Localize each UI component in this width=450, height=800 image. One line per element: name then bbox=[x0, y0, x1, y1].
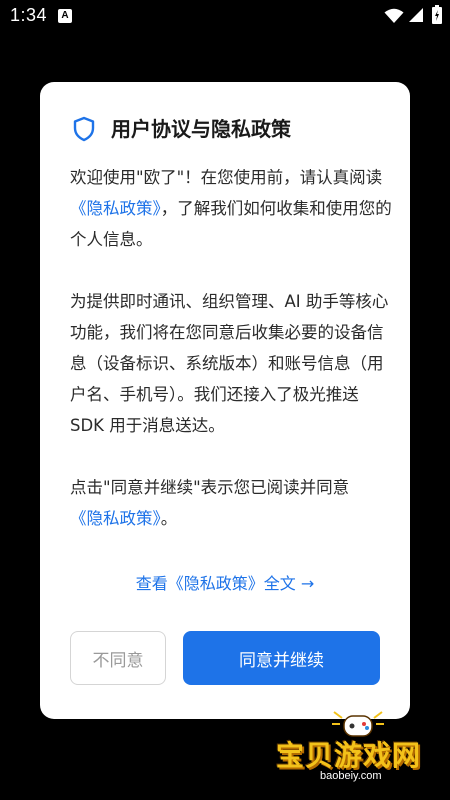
privacy-dialog: 用户协议与隐私政策 欢迎使用"欧了"！在您使用前，请认真阅读《隐私政策》，了解我… bbox=[40, 82, 410, 719]
battery-icon bbox=[432, 5, 442, 24]
status-time: 1:34 bbox=[10, 5, 48, 25]
consent-text-end: 。 bbox=[160, 509, 178, 528]
paragraph-consent: 点击"同意并继续"表示您已阅读并同意 《隐私政策》。 bbox=[70, 472, 392, 534]
dialog-body: 欢迎使用"欧了"！在您使用前，请认真阅读《隐私政策》，了解我们如何收集和使用您的… bbox=[70, 162, 392, 534]
privacy-policy-link-consent[interactable]: 《隐私政策》 bbox=[70, 509, 161, 528]
watermark-title: 宝贝游戏网 bbox=[276, 739, 422, 772]
app-notification-icon: A bbox=[58, 9, 72, 23]
wifi-icon bbox=[384, 8, 404, 23]
disagree-button[interactable]: 不同意 bbox=[70, 631, 166, 685]
shield-icon bbox=[73, 116, 95, 142]
paragraph-data-collection: 为提供即时通讯、组织管理、AI 助手等核心功能，我们将在您同意后收集必要的设备信… bbox=[70, 292, 389, 435]
dialog-title: 用户协议与隐私政策 bbox=[111, 117, 291, 141]
intro-text-start: 欢迎使用"欧了"！在您使用前，请认真阅读 bbox=[70, 168, 383, 187]
view-full-policy-link[interactable]: 查看《隐私政策》全文 → bbox=[40, 572, 410, 596]
signal-icon bbox=[409, 8, 423, 22]
consent-text-start: 点击"同意并继续"表示您已阅读并同意 bbox=[70, 478, 350, 497]
watermark-url: baobeiy.com bbox=[320, 770, 382, 782]
paragraph-intro: 欢迎使用"欧了"！在您使用前，请认真阅读《隐私政策》，了解我们如何收集和使用您的… bbox=[70, 162, 392, 255]
agree-continue-button[interactable]: 同意并继续 bbox=[183, 631, 380, 685]
site-watermark: 宝贝游戏网 baobeiy.com bbox=[270, 708, 446, 796]
privacy-policy-link[interactable]: 《隐私政策》 bbox=[70, 199, 161, 218]
status-bar: 1:34 A bbox=[0, 0, 450, 34]
